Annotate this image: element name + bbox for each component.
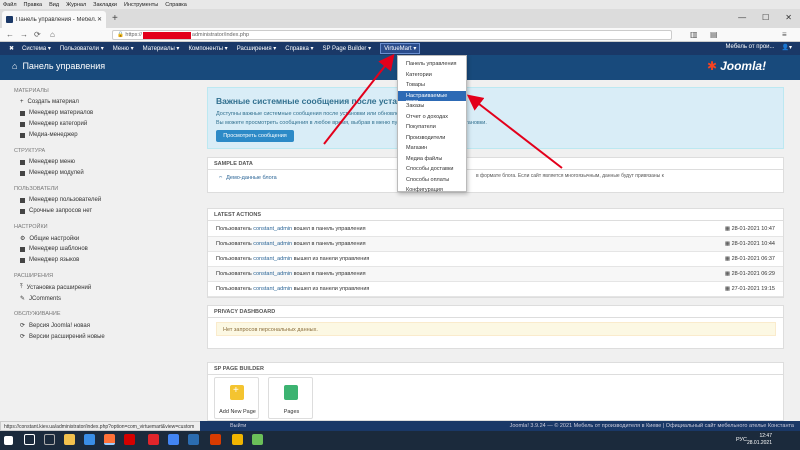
logout-link[interactable]: Выйти xyxy=(230,423,246,429)
arrow-to-custom-fields xyxy=(466,94,563,169)
windows-taskbar xyxy=(0,431,800,450)
clock-time: 12:47 xyxy=(759,433,772,439)
admin-footer: Выйти Joomla! 3.9.24 — © 2021 Мебель от … xyxy=(200,421,800,431)
task-view-icon[interactable] xyxy=(44,434,55,445)
windows-start-icon[interactable] xyxy=(4,436,13,445)
chrome-icon[interactable] xyxy=(168,434,179,445)
system-clock[interactable]: 12:47 28.01.2021 xyxy=(747,433,772,447)
explorer-icon[interactable] xyxy=(64,434,75,445)
opera-icon[interactable] xyxy=(148,434,159,445)
app-icon[interactable] xyxy=(252,434,263,445)
footer-copyright: Joomla! 3.9.24 — © 2021 Мебель от произв… xyxy=(509,423,794,429)
firefox-icon[interactable] xyxy=(104,434,115,445)
clock-date: 28.01.2021 xyxy=(746,440,772,446)
app-icon[interactable] xyxy=(124,434,135,445)
app-icon[interactable] xyxy=(84,434,95,445)
search-icon[interactable] xyxy=(24,434,35,445)
arrow-to-virtuemart xyxy=(323,53,395,145)
status-url: https://constant.kiev.ua/administrator/i… xyxy=(0,421,220,431)
app-icon[interactable] xyxy=(232,434,243,445)
language-indicator[interactable]: РУС xyxy=(736,437,747,443)
app-icon[interactable] xyxy=(188,434,199,445)
app-icon[interactable] xyxy=(210,434,221,445)
annotation-arrows xyxy=(323,53,563,169)
